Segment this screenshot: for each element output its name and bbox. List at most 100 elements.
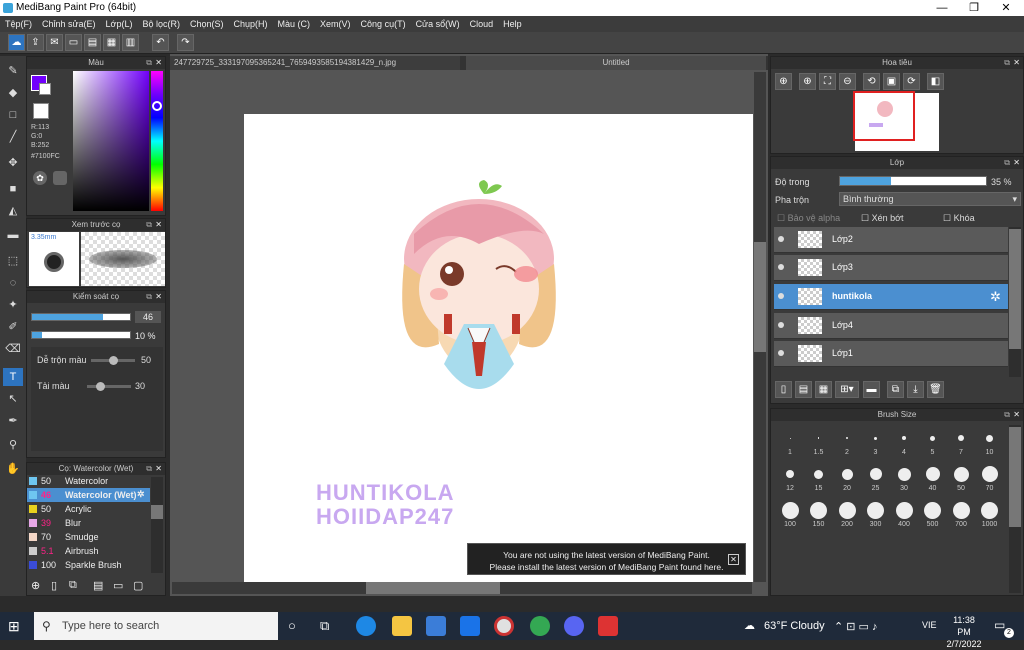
undo-icon[interactable]: ↶ xyxy=(152,34,169,51)
new-8bit-layer-icon[interactable]: ▦ xyxy=(815,381,832,398)
brush-size-option[interactable]: 5 xyxy=(920,429,946,456)
eye-icon[interactable] xyxy=(778,236,784,242)
menu-layer[interactable]: Lớp(L) xyxy=(101,16,138,32)
trash-icon[interactable]: 🗑 xyxy=(927,381,944,398)
brush-size-value[interactable]: 46 xyxy=(135,311,161,323)
select-pen-icon[interactable]: ✐ xyxy=(3,318,23,336)
move-tool-icon[interactable]: ✥ xyxy=(3,154,23,172)
color-mode-icon[interactable] xyxy=(53,171,67,185)
menu-color[interactable]: Màu (C) xyxy=(273,16,316,32)
menu-cloud[interactable]: Cloud xyxy=(465,16,499,32)
app-icon[interactable] xyxy=(530,616,550,636)
layer-row-selected[interactable]: huntikola ✲ xyxy=(774,284,1008,310)
menu-filter[interactable]: Bộ lọc(R) xyxy=(137,16,185,32)
pen-tool-icon[interactable]: ✒ xyxy=(3,412,23,430)
weather-text[interactable]: 63°F Cloudy xyxy=(764,620,825,632)
line-tool-icon[interactable]: ╱ xyxy=(3,128,23,146)
hue-slider[interactable] xyxy=(151,71,163,211)
expand-icon[interactable]: ⧉ xyxy=(1004,57,1010,69)
amount-slider[interactable] xyxy=(87,382,131,391)
brush-size-option[interactable]: 400 xyxy=(891,501,917,528)
navigator-thumbnail[interactable] xyxy=(853,91,939,151)
brush-size-option[interactable]: 50 xyxy=(948,465,974,492)
comment-icon[interactable]: ✉ xyxy=(46,34,63,51)
layer-row[interactable]: Lớp3 xyxy=(774,255,1008,281)
gradient-tool-icon[interactable]: ▬ xyxy=(3,226,23,244)
brush-size-option[interactable]: 70 xyxy=(977,465,1003,492)
delete-brush-icon[interactable]: ▢ xyxy=(133,579,143,592)
gear-icon[interactable]: ✲ xyxy=(137,489,145,500)
menu-help[interactable]: Help xyxy=(498,16,527,32)
brush-size-slider[interactable] xyxy=(31,313,131,321)
menu-window[interactable]: Cửa sổ(W) xyxy=(411,16,465,32)
menu-edit[interactable]: Chỉnh sửa(E) xyxy=(37,16,101,32)
lasso-tool-icon[interactable]: ◌ xyxy=(3,274,23,292)
magic-wand-icon[interactable]: ✦ xyxy=(3,296,23,314)
layer-opacity-slider[interactable] xyxy=(839,176,987,186)
redo-icon[interactable]: ↷ xyxy=(177,34,194,51)
medibang-icon[interactable] xyxy=(494,616,514,636)
close-icon[interactable]: ✕ xyxy=(155,219,162,231)
close-icon[interactable]: ✕ xyxy=(1013,409,1020,421)
secondary-color-swatch[interactable] xyxy=(39,83,51,95)
brush-item[interactable]: 100 Sparkle Brush xyxy=(27,558,150,572)
expand-icon[interactable]: ⧉ xyxy=(146,291,152,303)
brush-size-option[interactable]: 500 xyxy=(920,501,946,528)
brush-size-option[interactable]: 4 xyxy=(891,429,917,456)
lock-checkbox[interactable]: ☐ Khóa xyxy=(943,213,975,224)
close-icon[interactable]: ✕ xyxy=(1013,157,1020,169)
upload-icon[interactable]: ⇪ xyxy=(27,34,44,51)
notice-close-icon[interactable]: ✕ xyxy=(728,554,739,565)
tiles-icon[interactable]: ▥ xyxy=(122,34,139,51)
brush-size-scrollbar[interactable] xyxy=(1009,425,1021,593)
close-icon[interactable]: ✕ xyxy=(155,291,162,303)
brush-tool-icon[interactable]: ✎ xyxy=(3,62,23,80)
drawing-canvas[interactable]: HUNTIKOLA HOIIDAP247 xyxy=(244,114,753,582)
eye-icon[interactable] xyxy=(778,264,784,270)
bucket-tool-icon[interactable]: ◭ xyxy=(3,202,23,220)
brush-item-selected[interactable]: 46 Watercolor (Wet) ✲ xyxy=(27,488,150,502)
expand-icon[interactable]: ⧉ xyxy=(146,219,152,231)
grid-icon[interactable]: ▦ xyxy=(103,34,120,51)
new-page-icon[interactable]: ▯ xyxy=(51,579,57,592)
brush-size-option[interactable]: 700 xyxy=(948,501,974,528)
flip-icon[interactable]: ◧ xyxy=(927,73,944,90)
eyedropper-icon[interactable]: ⚲ xyxy=(3,436,23,454)
brush-size-option[interactable]: 1.5 xyxy=(806,429,832,456)
fit-icon[interactable]: ⛶ xyxy=(819,73,836,90)
new-layer-icon[interactable]: ▯ xyxy=(775,381,792,398)
menu-tools[interactable]: Công cụ(T) xyxy=(356,16,411,32)
add-layer-menu-icon[interactable]: ⊞▾ xyxy=(835,381,859,398)
transparent-swatch[interactable] xyxy=(33,103,49,119)
saturation-value-picker[interactable] xyxy=(73,71,149,211)
text-tool-icon[interactable]: T xyxy=(3,368,23,386)
update-notice[interactable]: You are not using the latest version of … xyxy=(467,543,746,575)
zoom-in-icon[interactable]: ⊕ xyxy=(799,73,816,90)
close-icon[interactable]: ✕ xyxy=(1013,57,1020,69)
copy-brush-icon[interactable]: ⧉ xyxy=(69,579,77,592)
app-icon[interactable] xyxy=(598,616,618,636)
hand-tool-icon[interactable]: ✋ xyxy=(3,460,23,478)
brush-size-option[interactable]: 10 xyxy=(977,429,1003,456)
brush-size-option[interactable]: 150 xyxy=(806,501,832,528)
page-icon[interactable]: ▤ xyxy=(84,34,101,51)
brush-item[interactable]: 39 Blur xyxy=(27,516,150,530)
brush-size-option[interactable]: 12 xyxy=(777,465,803,492)
folder-icon[interactable]: ▬ xyxy=(863,381,880,398)
brush-size-option[interactable]: 1 xyxy=(777,429,803,456)
layer-scrollbar[interactable] xyxy=(1009,227,1021,377)
brush-size-option[interactable]: 20 xyxy=(834,465,860,492)
expand-icon[interactable]: ⧉ xyxy=(1004,157,1010,169)
brush-size-option[interactable]: 100 xyxy=(777,501,803,528)
select-tool-icon[interactable]: ⬚ xyxy=(3,252,23,270)
brush-size-option[interactable]: 1000 xyxy=(977,501,1003,528)
layer-row[interactable]: Lớp4 xyxy=(774,313,1008,339)
tray-icons[interactable]: ⌃ ⊡ ▭ ♪ xyxy=(834,620,878,633)
eraser-tool-icon[interactable]: ◆ xyxy=(3,84,23,102)
brush-size-option[interactable]: 40 xyxy=(920,465,946,492)
taskbar-search[interactable]: ⚲ Type here to search xyxy=(34,612,278,640)
add-brush-icon[interactable]: ⊕ xyxy=(31,579,40,592)
maximize-button[interactable]: ❐ xyxy=(958,0,990,16)
close-icon[interactable]: ✕ xyxy=(155,57,162,69)
menu-file[interactable]: Tệp(F) xyxy=(0,16,37,32)
